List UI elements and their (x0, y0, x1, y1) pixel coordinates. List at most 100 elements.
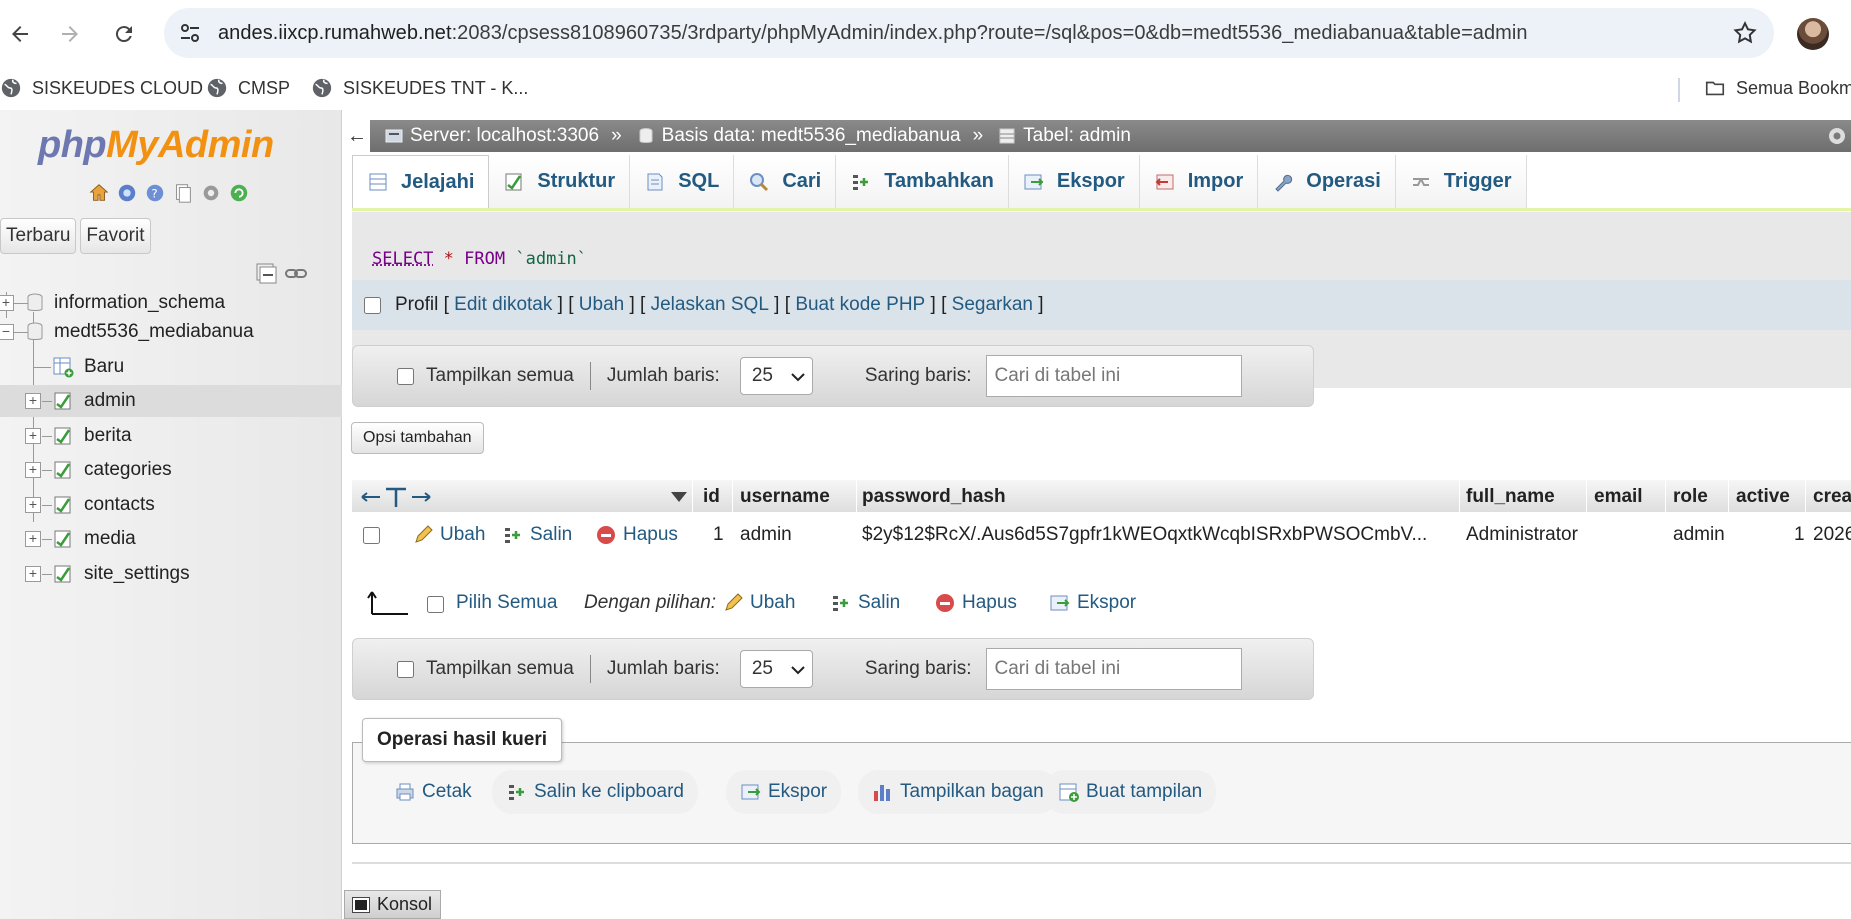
tab-sql[interactable]: SQL (630, 155, 735, 208)
display-chart-button[interactable]: Tampilkan bagan (858, 770, 1058, 814)
site-info-icon[interactable] (178, 21, 202, 45)
tab-terbaru[interactable]: Terbaru (0, 218, 77, 254)
back-arrow-icon[interactable] (0, 14, 40, 54)
expand-icon[interactable]: + (25, 462, 41, 478)
crumb-table[interactable]: Tabel: admin (997, 125, 1131, 147)
table-browse-icon[interactable] (52, 528, 74, 550)
tree-table-berita[interactable]: + berita (0, 420, 342, 452)
row-edit-button[interactable]: Ubah (412, 524, 485, 546)
url-text[interactable]: andes.iixcp.rumahweb.net:2083/cpsess8108… (218, 22, 1528, 45)
reload-icon[interactable] (104, 14, 144, 54)
tab-cari[interactable]: Cari (734, 155, 837, 208)
collapse-all-icon[interactable] (254, 262, 278, 284)
bookmark-all-folder[interactable]: Semua Bookm (1704, 77, 1851, 99)
create-view-button[interactable]: Buat tampilan (1044, 770, 1217, 814)
crumb-database[interactable]: Basis data: medt5536_mediabanua (636, 125, 961, 147)
logout-icon[interactable] (116, 182, 138, 204)
filter-rows-input[interactable]: Cari di tabel ini (985, 648, 1242, 690)
column-header-active[interactable]: active (1736, 486, 1790, 508)
export-results-button[interactable]: Ekspor (726, 770, 842, 814)
bulk-export-button[interactable]: Ekspor (1049, 592, 1136, 614)
tree-table-site-settings[interactable]: + site_settings (0, 558, 342, 590)
tab-trigger[interactable]: Trigger (1395, 155, 1527, 208)
expand-icon[interactable]: + (0, 295, 14, 311)
cell-password-hash[interactable]: $2y$12$RcX/.Aus6d5S7gpfr1kWEOqxtkWcqbISR… (862, 524, 1427, 546)
collapse-icon[interactable]: − (0, 324, 14, 340)
tab-ekspor[interactable]: Ekspor (1008, 155, 1140, 208)
link-icon[interactable] (284, 262, 308, 284)
crumb-server[interactable]: Server: localhost:3306 (384, 125, 599, 147)
tree-table-admin[interactable]: + admin (0, 385, 342, 417)
expand-icon[interactable]: + (25, 566, 41, 582)
profil-checkbox[interactable] (364, 296, 381, 314)
home-icon[interactable] (88, 182, 110, 204)
table-browse-icon[interactable] (52, 459, 74, 481)
show-all-checkbox[interactable] (397, 660, 414, 678)
table-browse-icon[interactable] (52, 563, 74, 585)
tab-tambahkan[interactable]: Tambahkan (836, 155, 1009, 208)
sort-triangle-icon[interactable] (670, 491, 688, 503)
expand-icon[interactable]: + (25, 497, 41, 513)
bulk-copy-button[interactable]: Salin (830, 592, 900, 614)
column-header-password-hash[interactable]: password_hash (862, 486, 1006, 508)
column-header-id[interactable]: id (703, 486, 720, 508)
cell-full-name[interactable]: Administrator (1466, 524, 1578, 546)
tree-db-information-schema[interactable]: + information_schema (0, 287, 342, 319)
cell-role[interactable]: admin (1673, 524, 1725, 546)
cell-username[interactable]: admin (740, 524, 792, 546)
tab-impor[interactable]: Impor (1139, 155, 1259, 208)
table-browse-icon[interactable] (52, 425, 74, 447)
edit-sql-link[interactable]: Ubah (579, 294, 624, 316)
expand-icon[interactable]: + (25, 428, 41, 444)
bookmark-siskeudes-tnt[interactable]: SISKEUDES TNT - K... (311, 77, 528, 99)
bookmark-star-icon[interactable] (1732, 20, 1758, 46)
profile-avatar[interactable] (1797, 18, 1829, 50)
row-checkbox[interactable] (363, 527, 380, 544)
expand-icon[interactable]: + (25, 393, 41, 409)
tree-db-medt5536-mediabanua[interactable]: − medt5536_mediabanua (0, 316, 342, 348)
column-header-username[interactable]: username (740, 486, 830, 508)
bookmark-cmsp[interactable]: CMSP (206, 77, 290, 99)
select-all-link[interactable]: Pilih Semua (456, 592, 557, 614)
copy-to-clipboard-button[interactable]: Salin ke clipboard (492, 770, 698, 814)
cell-active[interactable]: 1 (1794, 524, 1805, 546)
row-copy-button[interactable]: Salin (502, 524, 572, 546)
address-bar[interactable]: andes.iixcp.rumahweb.net:2083/cpsess8108… (164, 8, 1774, 58)
print-button[interactable]: Cetak (380, 770, 486, 814)
forward-arrow-icon[interactable] (50, 14, 90, 54)
bulk-edit-button[interactable]: Ubah (722, 592, 795, 614)
gear-icon[interactable] (200, 182, 222, 204)
filter-rows-input[interactable]: Cari di tabel ini (985, 355, 1242, 397)
tree-table-contacts[interactable]: + contacts (0, 489, 342, 521)
tab-jelajahi[interactable]: Jelajahi (352, 155, 490, 208)
column-header-role[interactable]: role (1673, 486, 1708, 508)
rows-select[interactable]: 25 (739, 357, 813, 395)
bulk-delete-button[interactable]: Hapus (934, 592, 1017, 614)
cell-id[interactable]: 1 (713, 524, 724, 546)
tab-favorit[interactable]: Favorit (80, 218, 151, 254)
refresh-link[interactable]: Segarkan (952, 294, 1033, 316)
explain-sql-link[interactable]: Jelaskan SQL (651, 294, 769, 316)
table-browse-icon[interactable] (52, 494, 74, 516)
expand-icon[interactable]: + (25, 531, 41, 547)
tab-operasi[interactable]: Operasi (1258, 155, 1396, 208)
edit-inline-link[interactable]: Edit dikotak (454, 294, 552, 316)
docs-icon[interactable] (172, 182, 194, 204)
sql-query-text[interactable]: SELECT * FROM `admin` (372, 249, 587, 269)
column-resize-arrows-icon[interactable] (360, 486, 432, 508)
rows-select[interactable]: 25 (739, 650, 813, 688)
table-browse-icon[interactable] (52, 390, 74, 412)
phpmyadmin-logo[interactable]: phpMyAdmin (38, 124, 274, 167)
cell-created[interactable]: 2026 (1813, 524, 1851, 546)
show-all-checkbox[interactable] (397, 367, 414, 385)
column-header-email[interactable]: email (1594, 486, 1643, 508)
tree-table-media[interactable]: + media (0, 523, 342, 555)
tree-new-table[interactable]: Baru (0, 351, 342, 383)
column-header-full-name[interactable]: full_name (1466, 486, 1555, 508)
column-header-created[interactable]: crea (1813, 486, 1851, 508)
select-all-checkbox[interactable] (427, 596, 444, 613)
tree-table-categories[interactable]: + categories (0, 454, 342, 486)
console-toggle[interactable]: Konsol (344, 890, 442, 919)
settings-gear-icon[interactable] (1825, 124, 1849, 148)
bookmark-siskeudes-cloud[interactable]: SISKEUDES CLOUD (0, 77, 203, 99)
